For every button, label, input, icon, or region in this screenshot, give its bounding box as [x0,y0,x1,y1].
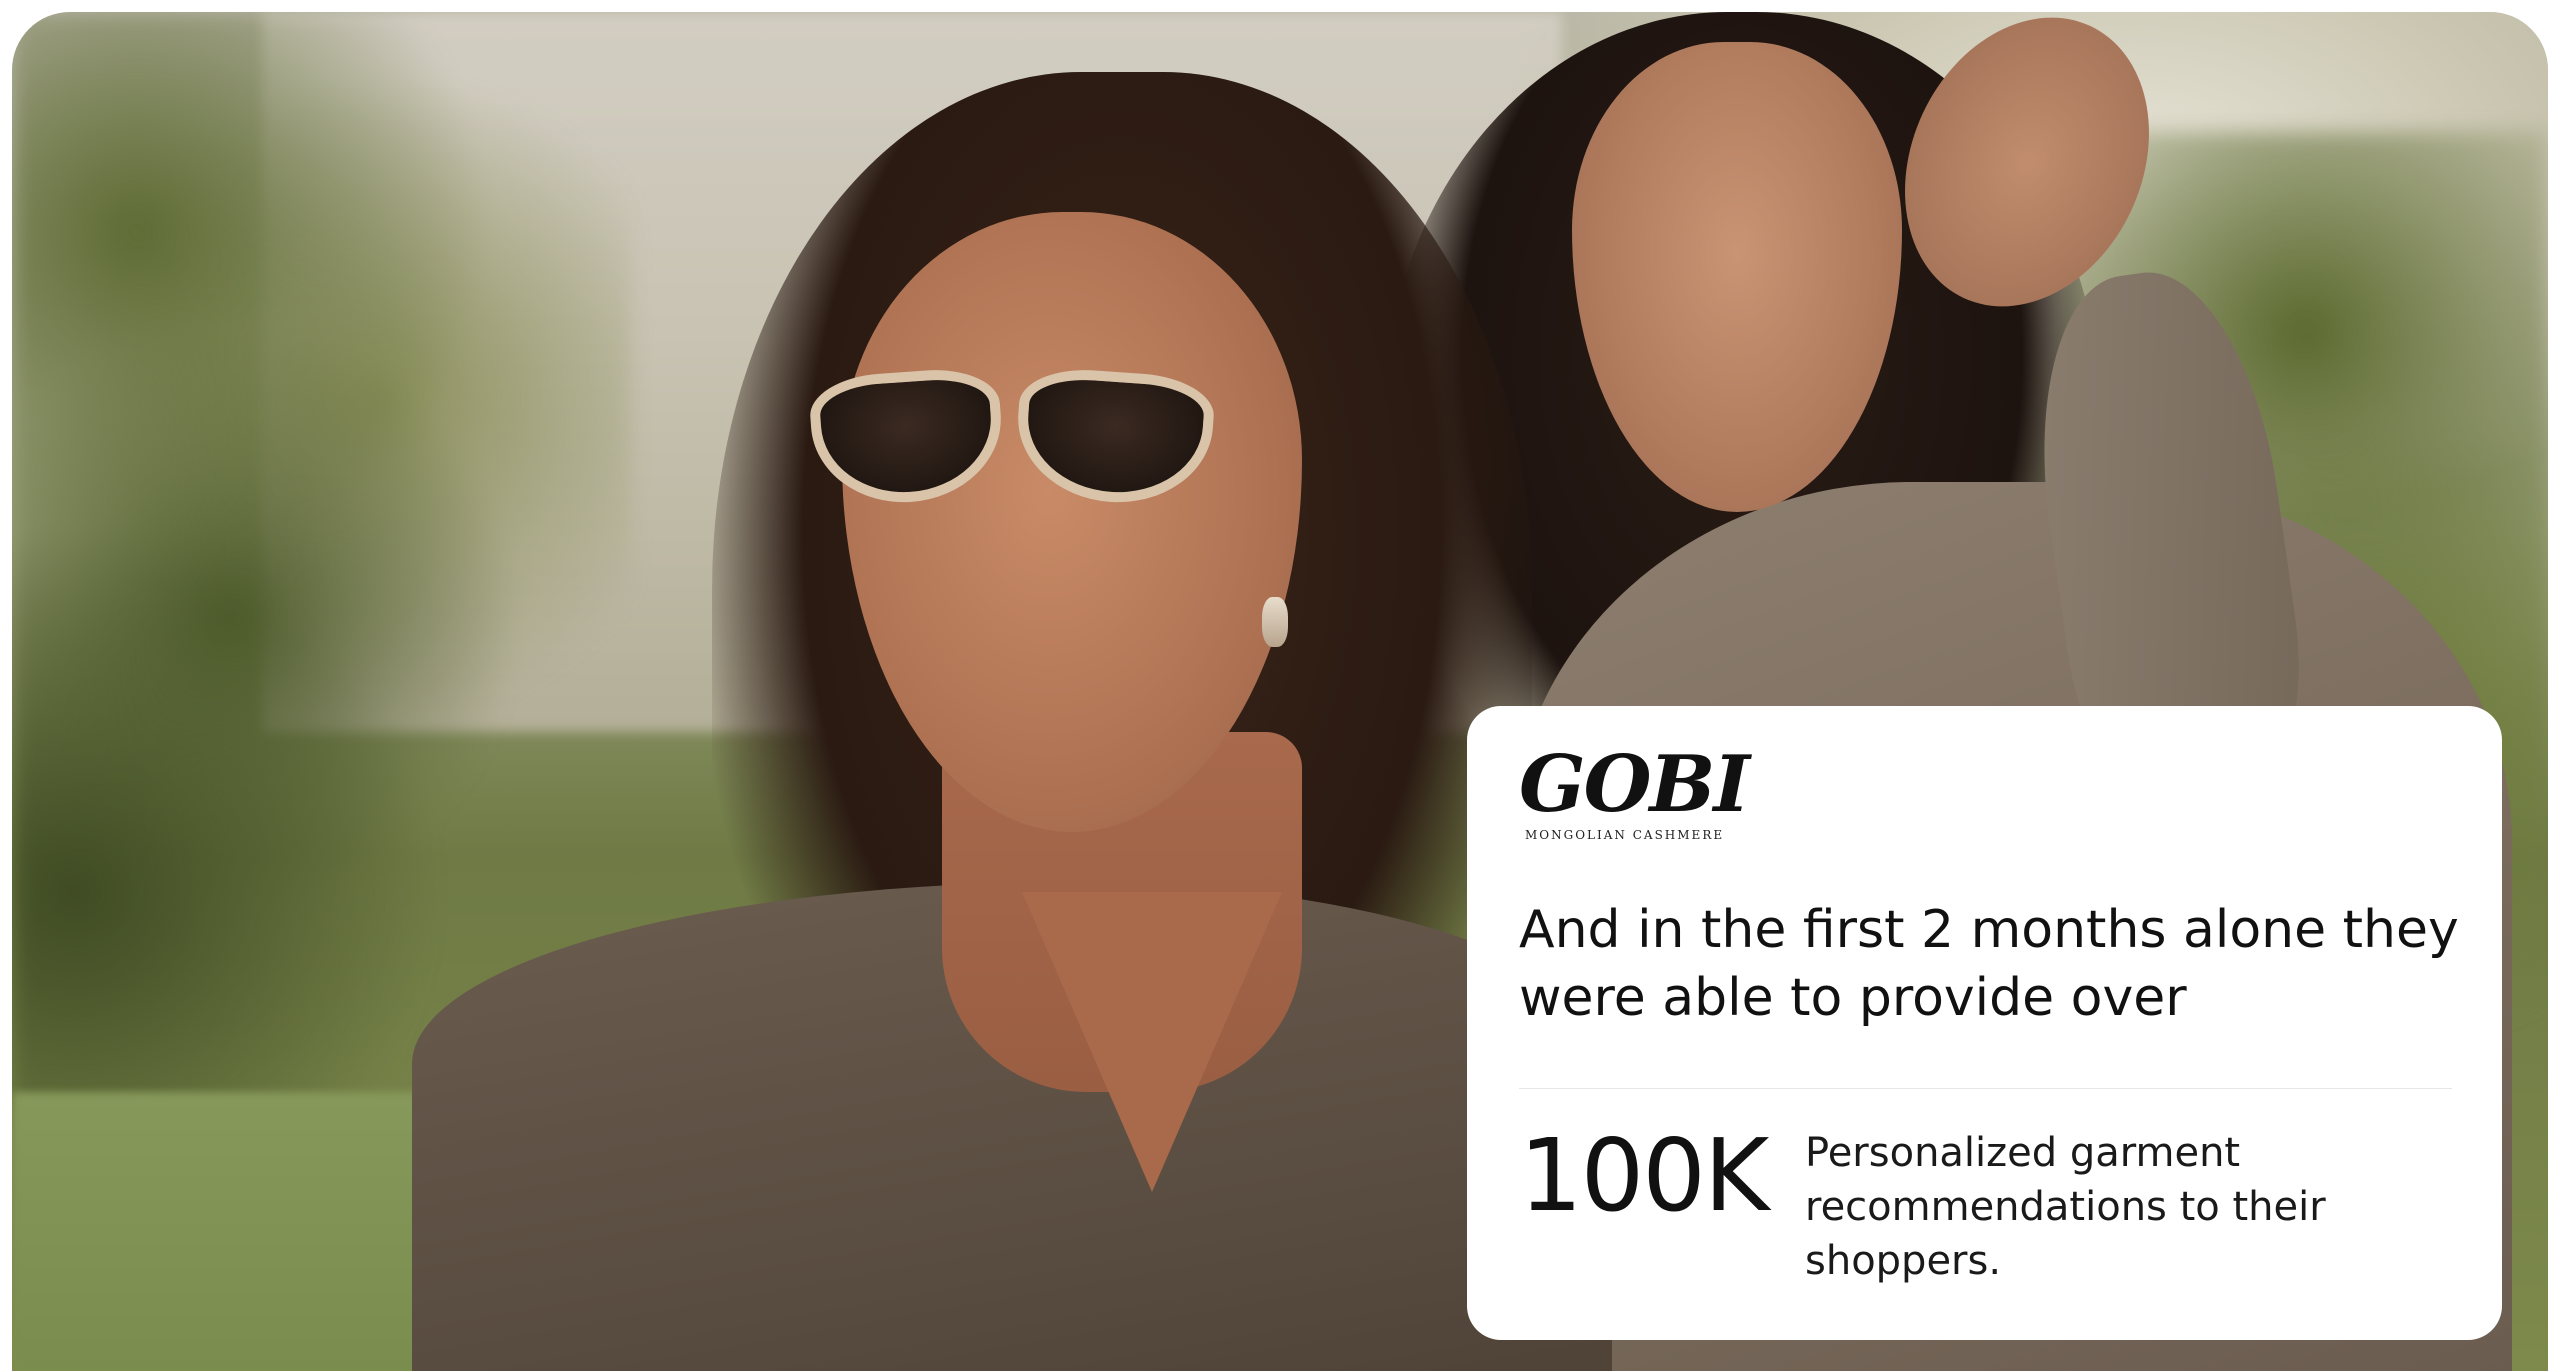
brand-logo: GOBI MONGOLIAN CASHMERE [1519,739,1750,843]
brand-name: GOBI [1519,739,1750,830]
sunglasses-right-lens [1012,365,1217,509]
case-study-card: GOBI MONGOLIAN CASHMERE And in the first… [1467,706,2502,1340]
stat-description: Personalized garment recommendations to … [1805,1130,2326,1284]
background-trees-left [12,12,632,1112]
brand-tagline: MONGOLIAN CASHMERE [1525,828,1725,842]
card-divider [1519,1088,2452,1089]
stat-value: 100K [1519,1117,1769,1234]
sunglasses [807,362,1252,509]
earring [1262,597,1288,647]
hero-photo: GOBI MONGOLIAN CASHMERE And in the first… [12,12,2548,1371]
sunglasses-left-lens [807,365,1007,509]
card-headline: And in the first 2 months alone they wer… [1519,900,2459,1028]
